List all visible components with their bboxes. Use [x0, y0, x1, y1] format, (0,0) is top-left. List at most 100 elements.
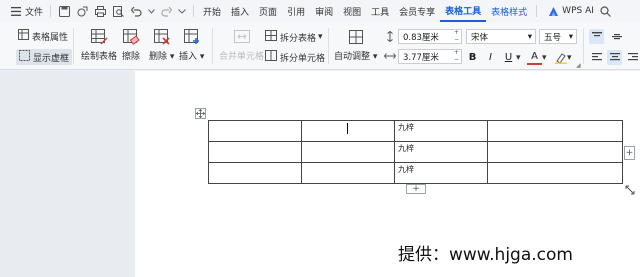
align-center-button[interactable] [607, 50, 622, 65]
delete-table-icon [153, 29, 170, 45]
row-height-value: 0.83厘米 [403, 32, 439, 43]
table-cell[interactable] [301, 120, 395, 142]
add-row-button[interactable]: + [406, 184, 426, 194]
wps-ai-button[interactable]: WPS AI [541, 0, 597, 22]
split-table-button[interactable]: 拆分表格 ▾ [265, 30, 323, 44]
chevron-down-icon[interactable] [147, 4, 155, 18]
resize-icon [625, 185, 634, 194]
align-top-icon [591, 32, 602, 37]
align-right-button[interactable] [625, 50, 640, 65]
highlight-button[interactable] [553, 50, 568, 65]
wps-ai-icon [546, 4, 560, 18]
divider [50, 5, 52, 17]
align-top-button[interactable] [589, 29, 604, 44]
export-icon[interactable] [75, 4, 89, 18]
print-icon[interactable] [93, 4, 107, 18]
divider [212, 28, 213, 64]
table-properties-button[interactable]: 表格属性 [18, 29, 68, 43]
align-middle-button[interactable] [609, 29, 624, 44]
add-column-button[interactable]: + [624, 146, 635, 160]
font-settings-icon[interactable]: ◢ [576, 62, 581, 69]
erase-button[interactable]: 擦除 [122, 28, 140, 62]
wps-ai-label: WPS AI [562, 6, 594, 16]
insert-label: 插入 [179, 52, 198, 62]
font-name-value: 宋体 [471, 32, 489, 43]
file-menu[interactable]: 文件 [4, 0, 46, 22]
chevron-down-icon[interactable]: ▾ [516, 53, 521, 63]
plus-icon: + [412, 184, 420, 194]
stepper-icon[interactable]: + − [454, 29, 459, 43]
auto-fit-label-wrap: 自动调整 ▾ [334, 52, 378, 62]
save-icon[interactable] [57, 4, 71, 18]
file-menu-label: 文件 [25, 7, 44, 18]
chevron-down-icon[interactable]: ▾ [567, 53, 572, 63]
table-cell[interactable] [487, 141, 623, 163]
table-cell[interactable] [487, 120, 623, 142]
merge-cells-icon [233, 30, 250, 43]
chevron-down-icon[interactable]: ▾ [542, 53, 547, 63]
insert-row-icon [183, 29, 199, 44]
col-width-field[interactable]: 3.77厘米 + − [398, 49, 462, 64]
table-cell[interactable] [208, 120, 302, 142]
show-gridlines-button[interactable]: 显示虚框 [16, 49, 73, 65]
tab-insert[interactable]: 插入 [226, 0, 254, 22]
row-height-icon [386, 31, 394, 42]
table[interactable]: 九梓 九梓 九梓 [208, 120, 623, 184]
tab-review[interactable]: 审阅 [310, 0, 338, 22]
table-cell[interactable] [208, 162, 302, 184]
font-name-select[interactable]: 宋体 ▾ [466, 29, 536, 44]
watermark-text: 提供：www.hjga.com [398, 245, 573, 265]
tab-table-tools[interactable]: 表格工具 [440, 0, 487, 22]
delete-button[interactable]: 删除 ▾ [149, 28, 174, 62]
stepper-icon[interactable]: + − [454, 49, 459, 63]
table-cell[interactable] [301, 162, 395, 184]
tab-view[interactable]: 视图 [338, 0, 366, 22]
table-cell[interactable]: 九梓 [394, 162, 488, 184]
merge-cells-button[interactable]: 合并单元格 [219, 28, 264, 62]
font-size-select[interactable]: 五号 ▾ [539, 29, 577, 44]
erase-label: 擦除 [122, 52, 141, 62]
menu-bar: 文件 开始 插入 页面 引用 审阅 视图 工具 会员专享 表格工具 表格样式 W… [0, 0, 640, 22]
auto-fit-button[interactable]: 自动调整 ▾ [334, 28, 377, 62]
search-icon[interactable] [599, 4, 613, 18]
table-cell[interactable]: 九梓 [394, 141, 488, 163]
row-height-field[interactable]: 0.83厘米 + − [398, 29, 462, 44]
menu-icon [9, 4, 23, 18]
show-gridlines-icon [19, 50, 30, 64]
print-preview-icon[interactable] [111, 4, 125, 18]
delete-label: 删除 [149, 52, 168, 62]
ribbon-toolbar: 表格属性 显示虚框 绘制表格 擦除 删除 ▾ 插入 ▾ 合并单元格 拆分表格 ▾ … [0, 22, 640, 70]
bold-button[interactable]: B [465, 50, 480, 65]
text-cursor [347, 123, 348, 134]
table-cell[interactable] [487, 162, 623, 184]
draw-table-button[interactable]: 绘制表格 [81, 28, 117, 62]
table-cell[interactable] [208, 141, 302, 163]
tab-tools[interactable]: 工具 [366, 0, 394, 22]
insert-button[interactable]: 插入 ▾ [179, 28, 204, 62]
redo-icon[interactable] [159, 4, 173, 18]
navigation-pane [0, 71, 135, 277]
table-move-handle[interactable] [195, 108, 206, 119]
tab-member[interactable]: 会员专享 [394, 0, 440, 22]
table-row: 九梓 [208, 120, 623, 142]
more-chevron-icon[interactable] [177, 4, 187, 18]
split-cells-label: 拆分单元格 [280, 53, 326, 64]
undo-icon[interactable] [129, 4, 143, 18]
underline-button[interactable]: U [501, 50, 516, 65]
tab-page[interactable]: 页面 [254, 0, 282, 22]
delete-label-wrap: 删除 ▾ [149, 52, 175, 62]
align-left-icon [591, 53, 602, 61]
split-cells-button[interactable]: 拆分单元格 [265, 50, 325, 64]
divider [583, 28, 584, 64]
italic-button[interactable]: I [483, 50, 498, 65]
table-cell[interactable]: 九梓 [394, 120, 488, 142]
align-left-button[interactable] [589, 50, 604, 65]
draw-table-label: 绘制表格 [81, 52, 118, 62]
font-color-button[interactable]: A [527, 50, 542, 65]
tab-table-style[interactable]: 表格样式 [486, 0, 532, 22]
insert-label-wrap: 插入 ▾ [179, 52, 205, 62]
table-cell[interactable] [301, 141, 395, 163]
resize-table-handle[interactable] [624, 184, 635, 195]
tab-home[interactable]: 开始 [198, 0, 226, 22]
tab-references[interactable]: 引用 [282, 0, 310, 22]
